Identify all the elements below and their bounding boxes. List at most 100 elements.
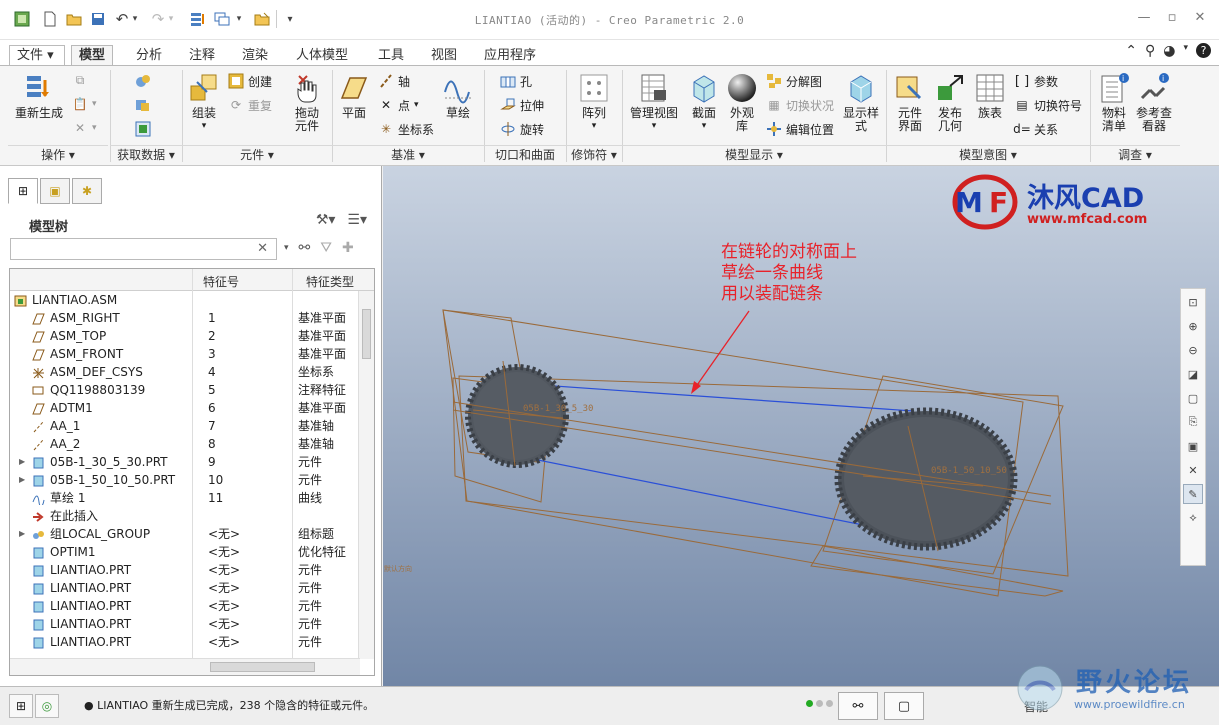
revolve-button[interactable]: 旋转: [500, 119, 544, 139]
point-button[interactable]: ✕ 点 ▾: [378, 95, 419, 115]
axis-button[interactable]: 轴: [378, 71, 410, 91]
reference-viewer-button[interactable]: i 参考查看器: [1134, 72, 1174, 133]
group-investigate[interactable]: 调查 ▾: [1090, 145, 1180, 164]
component-interface-button[interactable]: 元件界面: [892, 72, 928, 133]
toggle-status-button[interactable]: ▦ 切换状况: [766, 95, 834, 115]
help-icon[interactable]: ?: [1196, 43, 1211, 58]
community-icon[interactable]: ◕: [1163, 43, 1175, 59]
create-component-button[interactable]: 创建: [228, 71, 272, 91]
bom-button[interactable]: i 物料清单: [1096, 72, 1132, 133]
search-dropdown-icon[interactable]: ▾: [284, 243, 289, 256]
shrinkwrap-button[interactable]: [135, 119, 151, 139]
extrude-button[interactable]: 拉伸: [500, 95, 544, 115]
relations-button[interactable]: d= 关系: [1013, 119, 1058, 139]
tab-applications[interactable]: 应用程序: [476, 45, 544, 66]
scroll-thumb[interactable]: [210, 662, 315, 672]
tree-row[interactable]: ASM_DEF_CSYS 4 坐标系: [10, 363, 374, 381]
tree-row[interactable]: AA_2 8 基准轴: [10, 435, 374, 453]
column-feature-type[interactable]: 特征类型: [306, 273, 354, 290]
group-operations[interactable]: 操作 ▾: [8, 145, 108, 164]
copy-geometry-button[interactable]: [135, 95, 151, 115]
group-datum[interactable]: 基准 ▾: [332, 145, 484, 164]
close-icon[interactable]: ✕: [1190, 8, 1210, 28]
switch-symbols-button[interactable]: ▤ 切换符号: [1014, 95, 1082, 115]
family-table-button[interactable]: 族表: [972, 72, 1008, 120]
group-modifiers[interactable]: 修饰符 ▾: [566, 145, 622, 164]
tab-analysis[interactable]: 分析: [128, 45, 170, 66]
tree-row[interactable]: ASM_RIGHT 1 基准平面: [10, 309, 374, 327]
tab-tools[interactable]: 工具: [370, 45, 412, 66]
tab-annotate[interactable]: 注释: [181, 45, 223, 66]
display-style-icon[interactable]: ▢: [1183, 388, 1203, 408]
tree-row[interactable]: ASM_FRONT 3 基准平面: [10, 345, 374, 363]
user-defined-feature-button[interactable]: [135, 71, 151, 91]
tab-manikin[interactable]: 人体模型: [288, 45, 356, 66]
tree-row[interactable]: LIANTIAO.PRT <无> 元件: [10, 579, 374, 597]
minimize-icon[interactable]: —: [1134, 8, 1154, 28]
zoom-in-icon[interactable]: ⊕: [1183, 316, 1203, 336]
add-column-icon[interactable]: ✚: [342, 240, 354, 256]
find-icon[interactable]: ⚯: [838, 692, 878, 720]
expand-arrow-icon[interactable]: ▶: [19, 453, 25, 471]
hole-button[interactable]: 孔: [500, 71, 532, 91]
plane-button[interactable]: 平面: [336, 72, 372, 120]
tree-row[interactable]: 在此插入: [10, 507, 374, 525]
paste-button[interactable]: 📋 ▾: [72, 94, 97, 114]
column-feature-id[interactable]: 特征号: [203, 273, 239, 290]
tab-view[interactable]: 视图: [423, 45, 465, 66]
csys-button[interactable]: ✳ 坐标系: [378, 119, 434, 139]
annotation-display-icon[interactable]: ✎: [1183, 484, 1203, 504]
section-button[interactable]: 截面 ▾: [686, 72, 722, 133]
regenerate-button[interactable]: 重新生成: [12, 72, 66, 120]
tree-row[interactable]: ▶ 05B-1_50_10_50.PRT 10 元件: [10, 471, 374, 489]
graphics-viewport[interactable]: 在链轮的对称面上 草绘一条曲线 用以装配链条 05B-1_30_5_30 05B…: [383, 166, 1219, 686]
repeat-button[interactable]: ⟳ 重复: [228, 95, 272, 115]
tree-row[interactable]: ▶ 05B-1_30_5_30.PRT 9 元件: [10, 453, 374, 471]
scroll-thumb[interactable]: [362, 309, 371, 359]
tree-horizontal-scrollbar[interactable]: [10, 658, 360, 675]
collapse-ribbon-icon[interactable]: ⌃: [1125, 43, 1137, 59]
display-style-button[interactable]: 显示样式: [840, 72, 882, 133]
find-binoculars-icon[interactable]: ⚯: [299, 240, 311, 256]
exploded-view-button[interactable]: 分解图: [766, 71, 822, 91]
browser-icon[interactable]: ◎: [35, 694, 59, 718]
pattern-button[interactable]: 阵列 ▾: [576, 72, 612, 133]
edit-position-button[interactable]: 编辑位置: [766, 119, 834, 139]
tree-row[interactable]: OPTIM1 <无> 优化特征: [10, 543, 374, 561]
tree-row[interactable]: QQ1198803139 5 注释特征: [10, 381, 374, 399]
tab-file[interactable]: 文件 ▾: [9, 45, 65, 66]
clear-search-icon[interactable]: ✕: [257, 241, 268, 256]
tree-vertical-scrollbar[interactable]: [358, 291, 374, 659]
tree-row[interactable]: AA_1 7 基准轴: [10, 417, 374, 435]
assemble-button[interactable]: 组装 ▾: [186, 72, 222, 133]
datum-display-icon[interactable]: ✕: [1183, 460, 1203, 480]
expand-arrow-icon[interactable]: ▶: [19, 471, 25, 489]
tree-row[interactable]: LIANTIAO.PRT <无> 元件: [10, 597, 374, 615]
favorites-tab-icon[interactable]: ✱: [72, 178, 102, 204]
dropdown-icon[interactable]: ▾: [1183, 43, 1188, 59]
tree-row[interactable]: LIANTIAO.ASM: [10, 291, 374, 309]
tree-row[interactable]: LIANTIAO.PRT <无> 元件: [10, 561, 374, 579]
tree-row[interactable]: ▶ 组LOCAL_GROUP <无> 组标题: [10, 525, 374, 543]
select-box-icon[interactable]: ▢: [884, 692, 924, 720]
tab-render[interactable]: 渲染: [234, 45, 276, 66]
tree-row[interactable]: LIANTIAO.PRT <无> 元件: [10, 615, 374, 633]
view-manager-icon[interactable]: ▣: [1183, 436, 1203, 456]
settings-tools-icon[interactable]: ⚒▾: [316, 212, 336, 228]
spin-center-icon[interactable]: ⟡: [1183, 508, 1203, 528]
refit-icon[interactable]: ⊡: [1183, 292, 1203, 312]
saved-orientations-icon[interactable]: ⎘: [1183, 412, 1203, 432]
folder-browser-tab-icon[interactable]: ▣: [40, 178, 70, 204]
appearance-gallery-button[interactable]: 外观库: [724, 72, 760, 133]
group-component[interactable]: 元件 ▾: [182, 145, 332, 164]
parameters-button[interactable]: [ ] 参数: [1014, 71, 1058, 91]
zoom-out-icon[interactable]: ⊖: [1183, 340, 1203, 360]
drag-components-button[interactable]: 拖动元件: [289, 72, 325, 133]
group-cut-surface[interactable]: 切口和曲面: [484, 145, 566, 164]
maximize-icon[interactable]: ▫: [1162, 8, 1182, 28]
group-get-data[interactable]: 获取数据 ▾: [110, 145, 182, 164]
tree-row[interactable]: ASM_TOP 2 基准平面: [10, 327, 374, 345]
expand-arrow-icon[interactable]: ▶: [19, 525, 25, 543]
show-navigator-icon[interactable]: ⊞: [9, 694, 33, 718]
repaint-icon[interactable]: ◪: [1183, 364, 1203, 384]
